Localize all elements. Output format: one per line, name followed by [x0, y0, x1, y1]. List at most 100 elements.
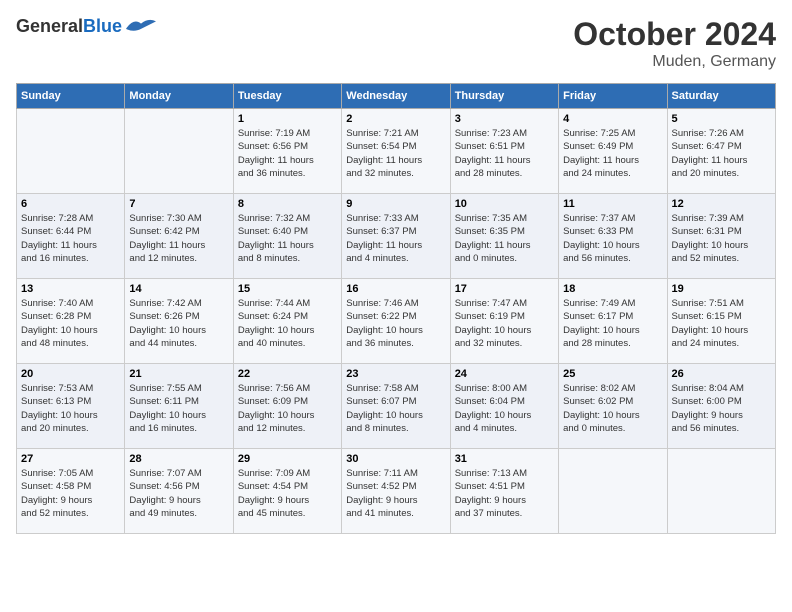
calendar-cell: 24Sunrise: 8:00 AM Sunset: 6:04 PM Dayli… — [450, 364, 558, 449]
day-info: Sunrise: 7:32 AM Sunset: 6:40 PM Dayligh… — [238, 212, 337, 265]
calendar-cell: 25 Sunrise: 8:02 AM Sunset: 6:02 PM Dayli… — [559, 364, 667, 449]
day-info: Sunrise: 7:40 AM Sunset: 6:28 PM Dayligh… — [21, 297, 120, 350]
day-info: Sunrise: 7:35 AM Sunset: 6:35 PM Dayligh… — [455, 212, 554, 265]
day-number: 25 — [563, 368, 662, 380]
day-number: 19 — [672, 283, 771, 295]
calendar-cell: 9 Sunrise: 7:33 AM Sunset: 6:37 PM Daylig… — [342, 194, 450, 279]
logo: GeneralBlue — [16, 16, 156, 37]
day-info: Sunrise: 7:56 AM Sunset: 6:09 PM Dayligh… — [238, 382, 337, 435]
day-number: 12 — [672, 198, 771, 210]
header-row: SundayMondayTuesdayWednesdayThursdayFrid… — [17, 84, 776, 109]
calendar-week-row: 13 Sunrise: 7:40 AM Sunset: 6:28 PM Dayli… — [17, 279, 776, 364]
day-info: Sunrise: 7:21 AM Sunset: 6:54 PM Dayligh… — [346, 127, 445, 180]
day-info: Sunrise: 7:58 AM Sunset: 6:07 PM Dayligh… — [346, 382, 445, 435]
day-info: Sunrise: 7:39 AM Sunset: 6:31 PM Dayligh… — [672, 212, 771, 265]
day-info: Sunrise: 7:51 AM Sunset: 6:15 PM Dayligh… — [672, 297, 771, 350]
day-number: 18 — [563, 283, 662, 295]
day-number: 2 — [346, 113, 445, 125]
calendar-week-row: 27Sunrise: 7:05 AM Sunset: 4:58 PM Dayli… — [17, 449, 776, 534]
day-info: Sunrise: 7:33 AM Sunset: 6:37 PM Dayligh… — [346, 212, 445, 265]
day-number: 7 — [129, 198, 228, 210]
logo-bird-icon — [126, 17, 156, 37]
day-number: 5 — [672, 113, 771, 125]
day-number: 9 — [346, 198, 445, 210]
day-info: Sunrise: 8:00 AM Sunset: 6:04 PM Dayligh… — [455, 382, 554, 435]
calendar-cell: 22 Sunrise: 7:56 AM Sunset: 6:09 PM Dayli… — [233, 364, 341, 449]
calendar-cell — [559, 449, 667, 534]
calendar-cell: 12 Sunrise: 7:39 AM Sunset: 6:31 PM Dayli… — [667, 194, 775, 279]
day-number: 15 — [238, 283, 337, 295]
day-number: 10 — [455, 198, 554, 210]
calendar-cell — [125, 109, 233, 194]
day-number: 3 — [455, 113, 554, 125]
column-header-thursday: Thursday — [450, 84, 558, 109]
calendar-week-row: 6Sunrise: 7:28 AM Sunset: 6:44 PM Daylig… — [17, 194, 776, 279]
column-header-saturday: Saturday — [667, 84, 775, 109]
day-number: 22 — [238, 368, 337, 380]
calendar-cell: 20 Sunrise: 7:53 AM Sunset: 6:13 PM Dayli… — [17, 364, 125, 449]
day-info: Sunrise: 7:09 AM Sunset: 4:54 PM Dayligh… — [238, 467, 337, 520]
day-info: Sunrise: 7:44 AM Sunset: 6:24 PM Dayligh… — [238, 297, 337, 350]
calendar-cell: 19 Sunrise: 7:51 AM Sunset: 6:15 PM Dayli… — [667, 279, 775, 364]
day-number: 13 — [21, 283, 120, 295]
calendar-cell: 8 Sunrise: 7:32 AM Sunset: 6:40 PM Daylig… — [233, 194, 341, 279]
day-info: Sunrise: 7:26 AM Sunset: 6:47 PM Dayligh… — [672, 127, 771, 180]
day-number: 8 — [238, 198, 337, 210]
calendar-cell: 2 Sunrise: 7:21 AM Sunset: 6:54 PM Daylig… — [342, 109, 450, 194]
logo-text: GeneralBlue — [16, 16, 122, 37]
calendar-cell: 14Sunrise: 7:42 AM Sunset: 6:26 PM Dayli… — [125, 279, 233, 364]
calendar-cell: 7Sunrise: 7:30 AM Sunset: 6:42 PM Daylig… — [125, 194, 233, 279]
day-info: Sunrise: 7:07 AM Sunset: 4:56 PM Dayligh… — [129, 467, 228, 520]
location-title: Muden, Germany — [573, 53, 776, 71]
day-number: 28 — [129, 453, 228, 465]
day-info: Sunrise: 7:55 AM Sunset: 6:11 PM Dayligh… — [129, 382, 228, 435]
calendar-cell: 31Sunrise: 7:13 AM Sunset: 4:51 PM Dayli… — [450, 449, 558, 534]
calendar-cell: 11 Sunrise: 7:37 AM Sunset: 6:33 PM Dayli… — [559, 194, 667, 279]
calendar-cell: 5 Sunrise: 7:26 AM Sunset: 6:47 PM Daylig… — [667, 109, 775, 194]
page-header: GeneralBlue October 2024 Muden, Germany — [16, 16, 776, 71]
month-title: October 2024 — [573, 16, 776, 53]
day-number: 23 — [346, 368, 445, 380]
calendar-cell: 28 Sunrise: 7:07 AM Sunset: 4:56 PM Dayli… — [125, 449, 233, 534]
day-info: Sunrise: 7:25 AM Sunset: 6:49 PM Dayligh… — [563, 127, 662, 180]
day-info: Sunrise: 7:23 AM Sunset: 6:51 PM Dayligh… — [455, 127, 554, 180]
calendar-cell: 30 Sunrise: 7:11 AM Sunset: 4:52 PM Dayli… — [342, 449, 450, 534]
calendar-cell: 16 Sunrise: 7:46 AM Sunset: 6:22 PM Dayli… — [342, 279, 450, 364]
day-number: 29 — [238, 453, 337, 465]
title-block: October 2024 Muden, Germany — [573, 16, 776, 71]
calendar-cell: 10 Sunrise: 7:35 AM Sunset: 6:35 PM Dayli… — [450, 194, 558, 279]
day-number: 6 — [21, 198, 120, 210]
calendar-cell: 21Sunrise: 7:55 AM Sunset: 6:11 PM Dayli… — [125, 364, 233, 449]
day-number: 16 — [346, 283, 445, 295]
day-number: 11 — [563, 198, 662, 210]
column-header-monday: Monday — [125, 84, 233, 109]
calendar-cell: 6Sunrise: 7:28 AM Sunset: 6:44 PM Daylig… — [17, 194, 125, 279]
day-info: Sunrise: 8:02 AM Sunset: 6:02 PM Dayligh… — [563, 382, 662, 435]
day-info: Sunrise: 7:46 AM Sunset: 6:22 PM Dayligh… — [346, 297, 445, 350]
calendar-cell — [667, 449, 775, 534]
calendar-cell: 26Sunrise: 8:04 AM Sunset: 6:00 PM Dayli… — [667, 364, 775, 449]
day-info: Sunrise: 7:11 AM Sunset: 4:52 PM Dayligh… — [346, 467, 445, 520]
calendar-cell: 1Sunrise: 7:19 AM Sunset: 6:56 PM Daylig… — [233, 109, 341, 194]
day-number: 30 — [346, 453, 445, 465]
day-info: Sunrise: 7:53 AM Sunset: 6:13 PM Dayligh… — [21, 382, 120, 435]
calendar-cell: 23 Sunrise: 7:58 AM Sunset: 6:07 PM Dayli… — [342, 364, 450, 449]
logo-blue: Blue — [83, 16, 122, 36]
day-number: 4 — [563, 113, 662, 125]
day-info: Sunrise: 7:37 AM Sunset: 6:33 PM Dayligh… — [563, 212, 662, 265]
column-header-friday: Friday — [559, 84, 667, 109]
calendar-cell — [17, 109, 125, 194]
day-number: 14 — [129, 283, 228, 295]
day-number: 20 — [21, 368, 120, 380]
calendar-cell: 29 Sunrise: 7:09 AM Sunset: 4:54 PM Dayli… — [233, 449, 341, 534]
column-header-tuesday: Tuesday — [233, 84, 341, 109]
calendar-cell: 17Sunrise: 7:47 AM Sunset: 6:19 PM Dayli… — [450, 279, 558, 364]
calendar-cell: 3 Sunrise: 7:23 AM Sunset: 6:51 PM Daylig… — [450, 109, 558, 194]
day-number: 26 — [672, 368, 771, 380]
calendar-week-row: 20 Sunrise: 7:53 AM Sunset: 6:13 PM Dayli… — [17, 364, 776, 449]
calendar-cell: 13 Sunrise: 7:40 AM Sunset: 6:28 PM Dayli… — [17, 279, 125, 364]
day-info: Sunrise: 7:19 AM Sunset: 6:56 PM Dayligh… — [238, 127, 337, 180]
calendar-week-row: 1Sunrise: 7:19 AM Sunset: 6:56 PM Daylig… — [17, 109, 776, 194]
day-info: Sunrise: 7:49 AM Sunset: 6:17 PM Dayligh… — [563, 297, 662, 350]
day-info: Sunrise: 7:05 AM Sunset: 4:58 PM Dayligh… — [21, 467, 120, 520]
